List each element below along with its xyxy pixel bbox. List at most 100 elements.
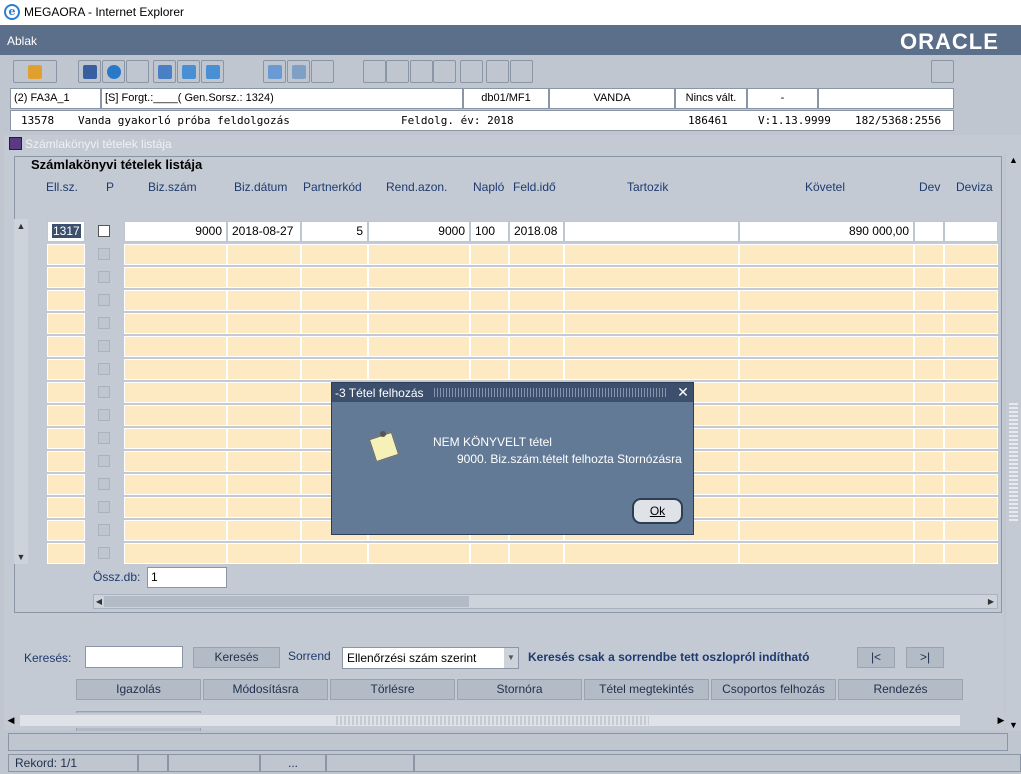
scroll-down-icon[interactable]: ▼ (1006, 718, 1021, 732)
count-field[interactable]: 1 (147, 567, 227, 588)
cell-tartozik[interactable] (564, 336, 739, 357)
cell-bizdatum[interactable]: 2018-08-27 (227, 221, 301, 242)
csoportos-felhozas-button[interactable]: Csoportos felhozás (711, 679, 836, 700)
cell-kovetel[interactable] (739, 382, 914, 403)
cell-naplo[interactable]: 100 (470, 221, 509, 242)
cell-partnerkod[interactable] (301, 244, 368, 265)
cell-bizdatum[interactable] (227, 244, 301, 265)
scroll-left-icon[interactable]: ◀ (4, 713, 18, 728)
row-checkbox[interactable] (98, 455, 110, 467)
cell-bizszam[interactable] (124, 313, 227, 334)
cell-feldido[interactable]: 2018.08 (509, 221, 564, 242)
cell-bizdatum[interactable] (227, 520, 301, 541)
row-checkbox[interactable] (98, 409, 110, 421)
cell-kovetel[interactable] (739, 359, 914, 380)
cell-naplo[interactable] (470, 244, 509, 265)
cell-kovetel[interactable] (739, 428, 914, 449)
cell-partnerkod[interactable] (301, 313, 368, 334)
cell-naplo[interactable] (470, 313, 509, 334)
row-checkbox[interactable] (98, 363, 110, 375)
cell-bizdatum[interactable] (227, 267, 301, 288)
cell-rendazon[interactable] (368, 267, 470, 288)
print-button[interactable] (78, 60, 101, 83)
cell-deviza[interactable] (944, 428, 998, 449)
cell-deviza[interactable] (944, 451, 998, 472)
search-input[interactable] (85, 646, 183, 668)
cell-kovetel[interactable] (739, 405, 914, 426)
cell-bizszam[interactable] (124, 290, 227, 311)
cell-kovetel[interactable] (739, 290, 914, 311)
cell-bizdatum[interactable] (227, 359, 301, 380)
cell-deviza[interactable] (944, 244, 998, 265)
row-checkbox[interactable] (98, 340, 110, 352)
cell-dev[interactable] (914, 290, 944, 311)
cell-kovetel[interactable] (739, 244, 914, 265)
cell-bizdatum[interactable] (227, 336, 301, 357)
scroll-left-icon[interactable]: ◀ (94, 595, 104, 608)
cell-kovetel[interactable] (739, 451, 914, 472)
cell-dev[interactable] (914, 520, 944, 541)
igazolas-button[interactable]: Igazolás (76, 679, 201, 700)
cell-tartozik[interactable] (564, 290, 739, 311)
cell-bizszam[interactable] (124, 359, 227, 380)
block-horizontal-scrollbar[interactable]: ◀ ▶ (93, 594, 998, 609)
cell-dev[interactable] (914, 405, 944, 426)
row-checkbox[interactable] (98, 547, 110, 559)
cell-bizszam[interactable] (124, 244, 227, 265)
cell-bizszam[interactable] (124, 520, 227, 541)
cell-kovetel[interactable] (739, 474, 914, 495)
cell-rendazon[interactable] (368, 313, 470, 334)
cell-naplo[interactable] (470, 543, 509, 564)
cell-ellsz[interactable] (47, 451, 85, 472)
row-checkbox[interactable] (98, 317, 110, 329)
cell-dev[interactable] (914, 451, 944, 472)
cell-naplo[interactable] (470, 359, 509, 380)
cell-deviza[interactable] (944, 221, 998, 242)
cell-tartozik[interactable] (564, 543, 739, 564)
cell-rendazon[interactable] (368, 359, 470, 380)
stornora-button[interactable]: Stornóra (457, 679, 582, 700)
cell-ellsz[interactable] (47, 382, 85, 403)
cell-ellsz[interactable]: 1317 (47, 221, 85, 242)
chevron-down-icon[interactable]: ▼ (504, 648, 518, 668)
cell-naplo[interactable] (470, 336, 509, 357)
cell-bizszam[interactable] (124, 382, 227, 403)
attach-button[interactable] (287, 60, 310, 83)
mail-button[interactable] (263, 60, 286, 83)
cell-tartozik[interactable] (564, 359, 739, 380)
record-scrollbar[interactable]: ▲ ▼ (14, 219, 28, 564)
cell-deviza[interactable] (944, 474, 998, 495)
cell-dev[interactable] (914, 474, 944, 495)
cell-dev[interactable] (914, 359, 944, 380)
cell-bizszam[interactable] (124, 336, 227, 357)
cell-rendazon[interactable] (368, 336, 470, 357)
row-checkbox[interactable] (98, 386, 110, 398)
scroll-up-icon[interactable]: ▲ (1006, 153, 1021, 167)
query-button[interactable] (102, 60, 125, 83)
cell-ellsz[interactable] (47, 520, 85, 541)
cell-tartozik[interactable] (564, 313, 739, 334)
blank-button-9[interactable] (510, 60, 533, 83)
cell-ellsz[interactable] (47, 543, 85, 564)
cell-bizszam[interactable] (124, 428, 227, 449)
cell-kovetel[interactable]: 890 000,00 (739, 221, 914, 242)
blank-button-4[interactable] (386, 60, 409, 83)
cell-deviza[interactable] (944, 313, 998, 334)
blank-button-10[interactable] (931, 60, 954, 83)
tetel-megtekintes-button[interactable]: Tétel megtekintés (584, 679, 709, 700)
cell-bizdatum[interactable] (227, 405, 301, 426)
refresh-button[interactable] (177, 60, 200, 83)
cell-naplo[interactable] (470, 267, 509, 288)
cell-dev[interactable] (914, 267, 944, 288)
cell-rendazon[interactable]: 9000 (368, 221, 470, 242)
cell-ellsz[interactable] (47, 313, 85, 334)
row-checkbox[interactable] (98, 271, 110, 283)
cell-feldido[interactable] (509, 313, 564, 334)
row-checkbox[interactable] (98, 524, 110, 536)
cell-dev[interactable] (914, 336, 944, 357)
window-horizontal-scrollbar[interactable]: ◀ ▶ (4, 713, 1010, 728)
window-scroll-grip[interactable] (334, 716, 649, 725)
cell-deviza[interactable] (944, 405, 998, 426)
edit-button[interactable] (153, 60, 176, 83)
cell-bizdatum[interactable] (227, 428, 301, 449)
